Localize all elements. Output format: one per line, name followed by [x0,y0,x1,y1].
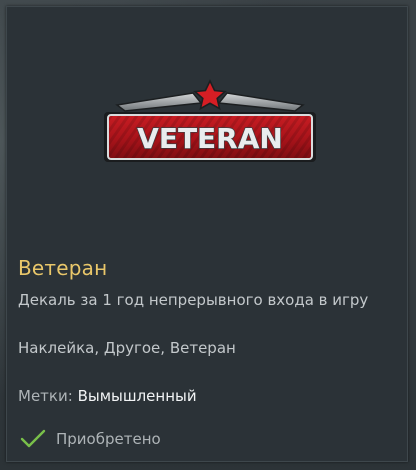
item-categories: Наклейка, Другое, Ветеран [18,339,236,357]
tags-value: Вымышленный [77,387,197,405]
checkmark-icon [20,429,46,448]
status-label: Приобретено [56,430,161,448]
acquired-status: Приобретено [20,429,161,449]
veteran-decal-image: VETERAN [104,79,316,162]
star-icon [193,79,227,111]
item-title: Ветеран [18,256,108,280]
item-tooltip-card: VETERAN Ветеран Декаль за 1 год непрерыв… [6,6,408,462]
item-tags: Метки: Вымышленный [18,387,197,405]
item-description: Декаль за 1 год непрерывного входа в игр… [18,291,369,309]
tags-label: Метки: [18,387,73,405]
decal-text: VETERAN [137,122,283,155]
